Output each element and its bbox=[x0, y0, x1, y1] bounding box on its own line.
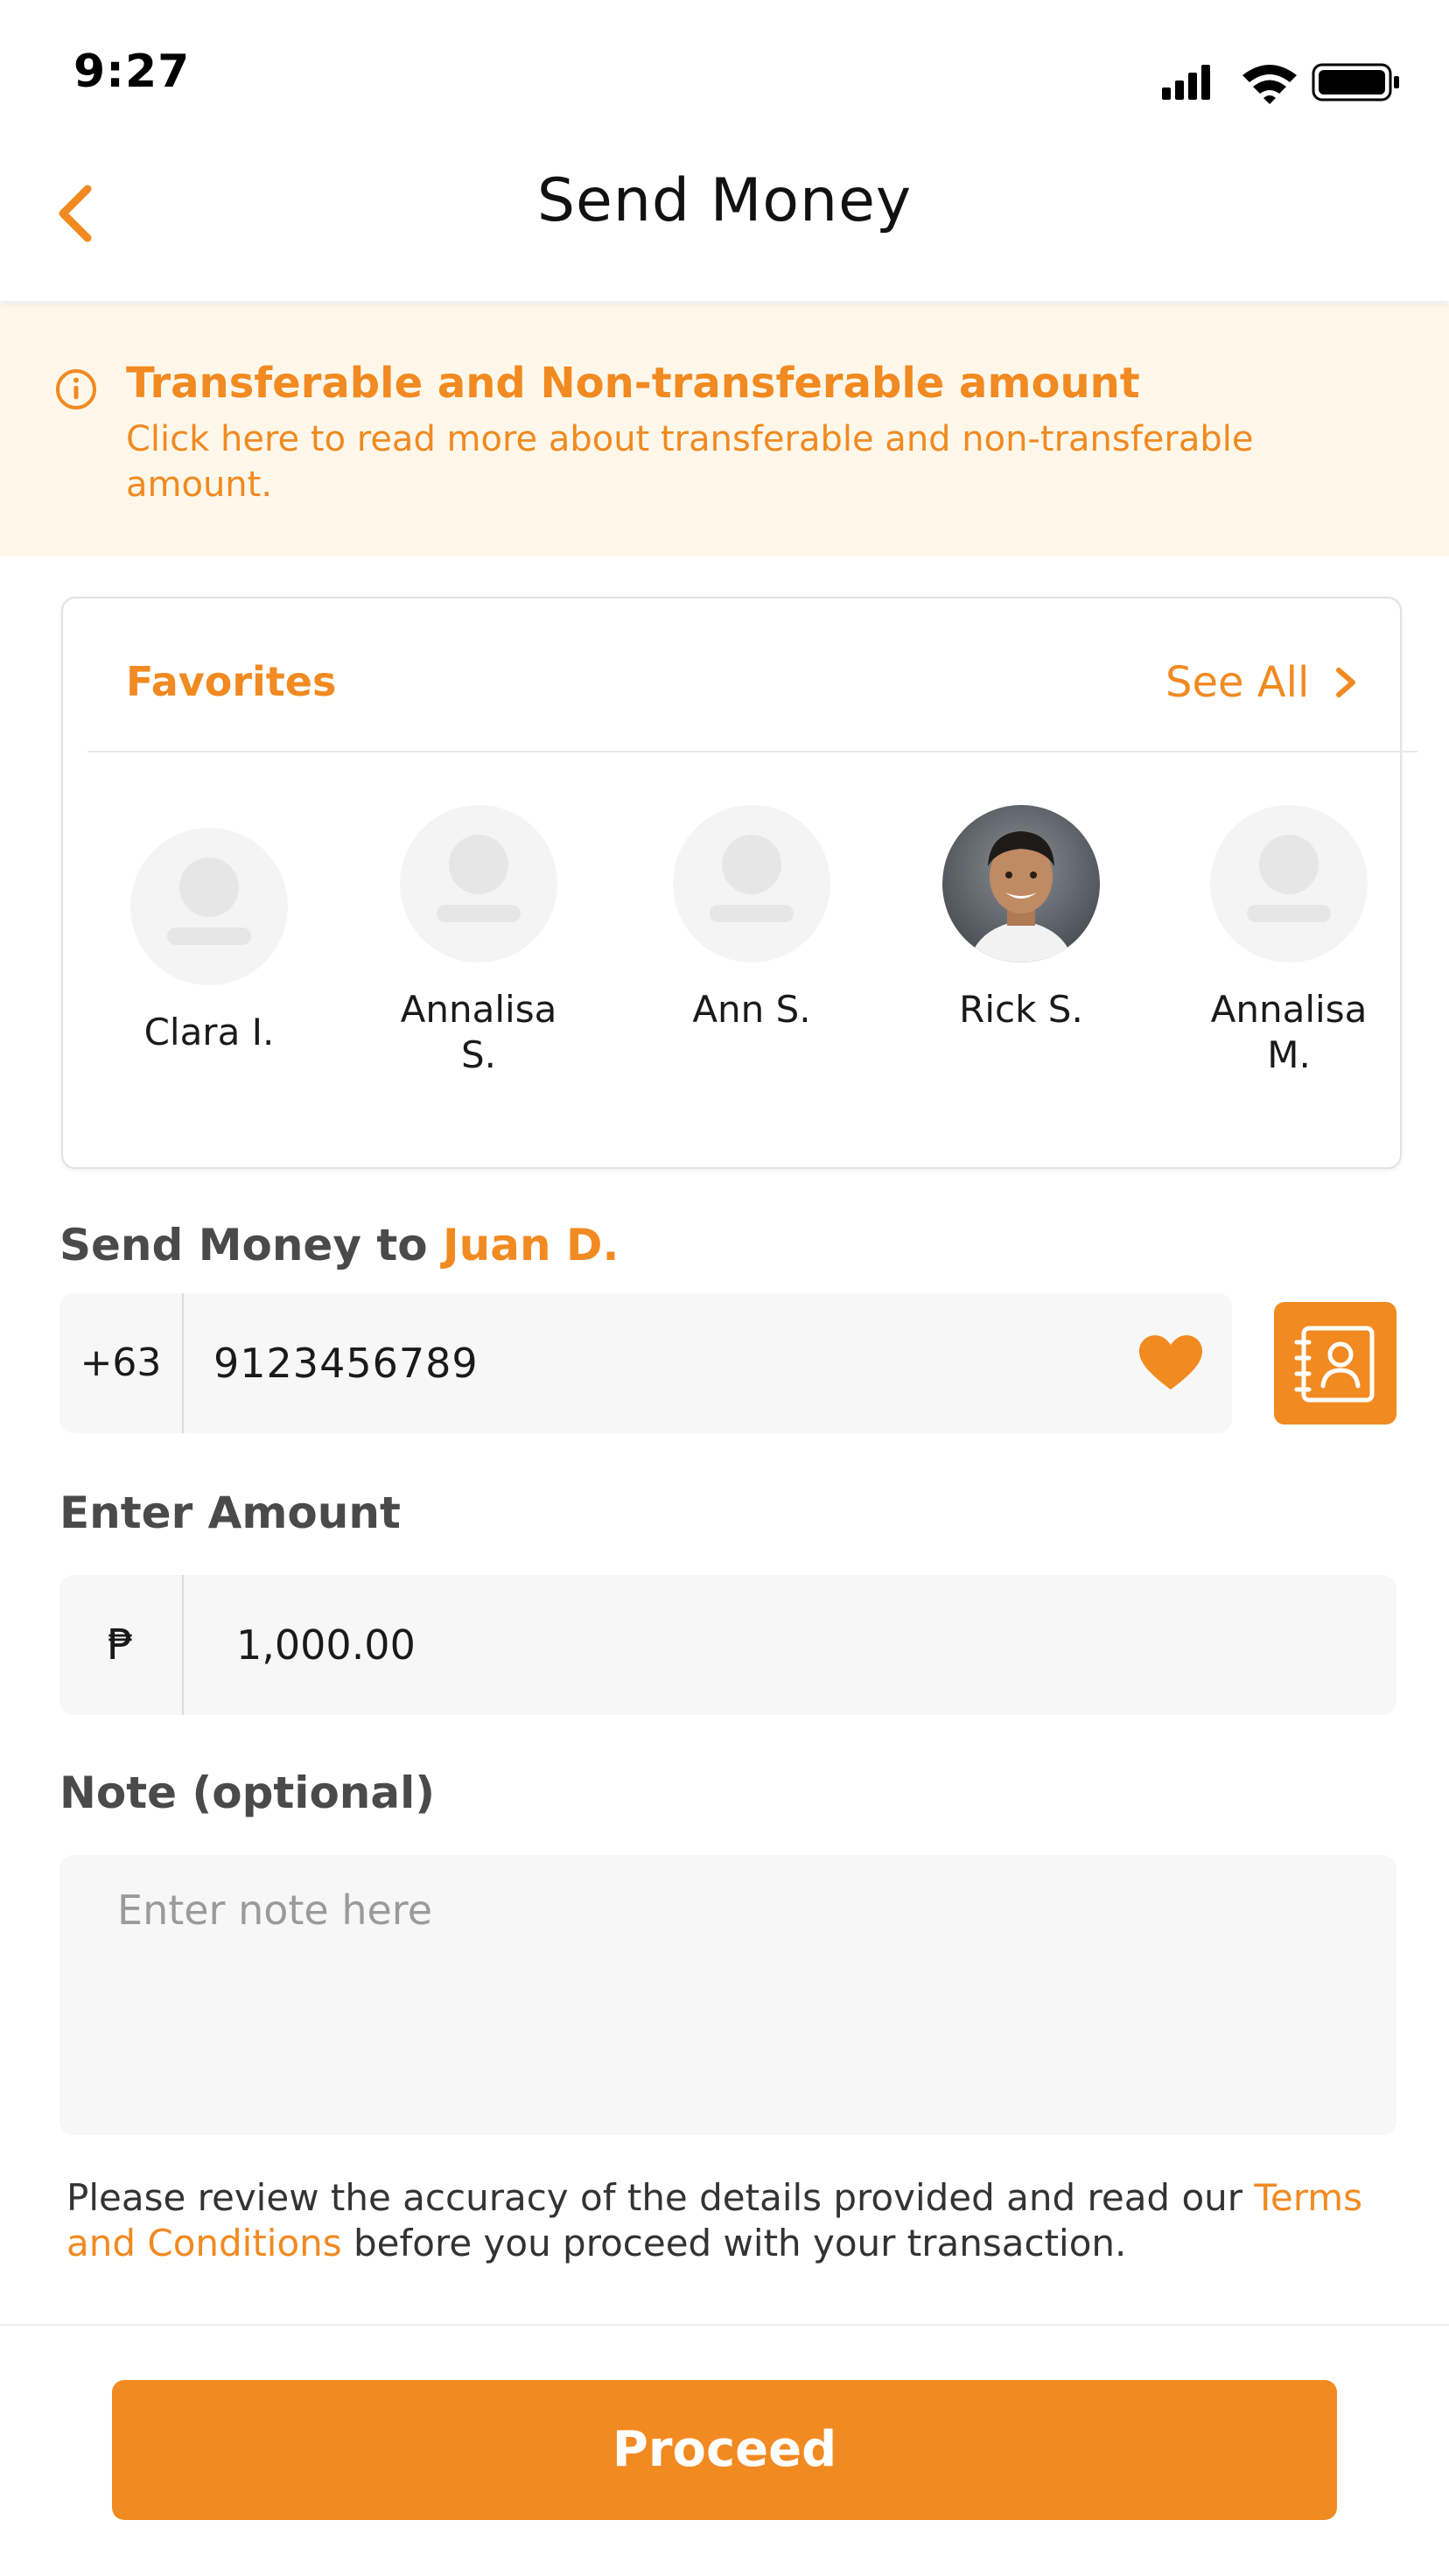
banner-description: Click here to read more about transferab… bbox=[126, 419, 1254, 505]
favorites-title: Favorites bbox=[126, 658, 337, 705]
favorites-card: Favorites See All Clara I. Annalisa S. A… bbox=[61, 597, 1418, 1169]
person-placeholder-icon bbox=[1247, 835, 1331, 922]
favorite-contact[interactable]: Ann S. bbox=[642, 805, 861, 1032]
favorite-contact[interactable]: Rick S. bbox=[912, 805, 1130, 1032]
person-placeholder-icon bbox=[437, 835, 521, 922]
person-photo-icon bbox=[942, 805, 1100, 962]
recipient-name: Juan D. bbox=[443, 1220, 620, 1270]
country-code[interactable]: +63 bbox=[60, 1293, 184, 1433]
contact-book-icon bbox=[1294, 1326, 1375, 1403]
avatar-placeholder bbox=[130, 828, 288, 985]
favorite-name: Rick S. bbox=[959, 988, 1083, 1031]
terms-disclaimer: Please review the accuracy of the detail… bbox=[66, 2175, 1396, 2266]
avatar-placeholder bbox=[400, 805, 557, 962]
amount-label: Enter Amount bbox=[60, 1488, 401, 1538]
transferable-info-banner[interactable]: Transferable and Non-transferable amount… bbox=[0, 304, 1449, 556]
avatar-placeholder bbox=[1210, 805, 1368, 962]
favorite-contact[interactable]: Annalisa M. bbox=[1180, 805, 1398, 1078]
see-all-link[interactable]: See All bbox=[1166, 656, 1360, 709]
see-all-label: See All bbox=[1166, 658, 1310, 707]
wifi-icon bbox=[1242, 65, 1297, 104]
phone-number-field[interactable]: +63 9123456789 bbox=[60, 1293, 1232, 1433]
favorite-name: Ann S. bbox=[692, 988, 811, 1031]
favorite-contact[interactable]: Annalisa S. bbox=[369, 805, 588, 1078]
banner-title: Transferable and Non-transferable amount bbox=[126, 359, 1140, 408]
chevron-right-icon bbox=[1336, 668, 1356, 697]
favorite-contact[interactable]: Clara I. bbox=[100, 828, 318, 1055]
favorite-name: Clara I. bbox=[144, 1011, 275, 1054]
send-to-text: Send Money to bbox=[60, 1220, 428, 1270]
page-title: Send Money bbox=[536, 166, 913, 235]
heart-icon[interactable] bbox=[1138, 1334, 1204, 1393]
proceed-button[interactable]: Proceed bbox=[112, 2380, 1337, 2520]
note-placeholder: Enter note here bbox=[117, 1886, 433, 1934]
bottom-action-bar: Proceed bbox=[0, 2324, 1449, 2576]
contacts-book-button[interactable] bbox=[1274, 1302, 1396, 1424]
signal-icon bbox=[1162, 65, 1210, 100]
note-label: Note (optional) bbox=[60, 1768, 436, 1818]
avatar-placeholder bbox=[673, 805, 830, 962]
note-textarea[interactable]: Enter note here bbox=[60, 1855, 1396, 2135]
divider bbox=[88, 751, 1418, 752]
disclaimer-text-after: before you proceed with your transaction… bbox=[341, 2222, 1127, 2264]
info-circle-icon bbox=[56, 369, 96, 410]
avatar-photo bbox=[942, 805, 1100, 962]
currency-symbol: ₱ bbox=[60, 1575, 184, 1715]
person-placeholder-icon bbox=[710, 835, 794, 922]
send-to-label: Send Money to Juan D. bbox=[60, 1220, 619, 1270]
status-time: 9:27 bbox=[74, 46, 191, 98]
amount-field[interactable]: ₱ 1,000.00 bbox=[60, 1575, 1396, 1715]
favorite-name: Annalisa S. bbox=[400, 988, 557, 1076]
status-icons bbox=[1162, 63, 1399, 104]
amount-input[interactable]: 1,000.00 bbox=[236, 1575, 416, 1715]
person-placeholder-icon bbox=[167, 858, 251, 945]
favorite-name: Annalisa M. bbox=[1210, 988, 1368, 1076]
phone-number-input[interactable]: 9123456789 bbox=[214, 1293, 479, 1433]
app-header: Send Money bbox=[0, 131, 1449, 301]
battery-icon bbox=[1312, 63, 1399, 102]
disclaimer-text-before: Please review the accuracy of the detail… bbox=[66, 2176, 1255, 2219]
